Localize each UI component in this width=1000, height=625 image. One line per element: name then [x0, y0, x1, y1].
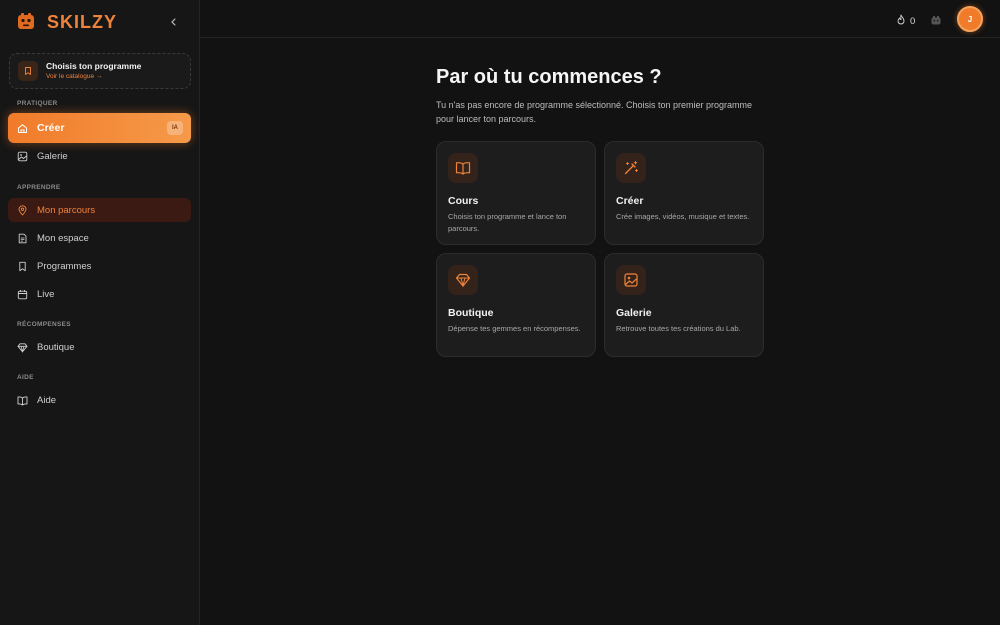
card-title: Cours	[448, 195, 479, 207]
sidebar-item-programmes[interactable]: Programmes	[8, 254, 191, 278]
sidebar-item-mon-espace[interactable]: Mon espace	[8, 226, 191, 250]
page-subtitle: Tu n'as pas encore de programme sélectio…	[436, 100, 753, 124]
magic-wand-icon	[616, 153, 646, 183]
page-title: Par où tu commences ?	[436, 66, 662, 88]
card-title: Galerie	[616, 307, 652, 319]
sidebar: SKILZY Choisis ton programme Voir le cat…	[0, 0, 200, 625]
card-cours[interactable]: Cours Choisis ton programme et lance ton…	[436, 141, 596, 245]
choose-program-card[interactable]: Choisis ton programme Voir le catalogue …	[9, 53, 191, 89]
calendar-icon	[17, 289, 28, 300]
card-galerie[interactable]: Galerie Retrouve toutes tes créations du…	[604, 253, 764, 357]
program-card-title: Choisis ton programme	[46, 60, 142, 71]
card-title: Boutique	[448, 307, 494, 319]
brand[interactable]: SKILZY	[16, 10, 117, 34]
card-creer[interactable]: Créer Crée images, vidéos, musique et te…	[604, 141, 764, 245]
section-label-recompenses: RÉCOMPENSES	[17, 321, 71, 328]
catalogue-link[interactable]: Voir le catalogue →	[46, 72, 141, 82]
image-icon	[616, 265, 646, 295]
sidebar-item-live[interactable]: Live	[8, 282, 191, 306]
sidebar-item-label: Live	[37, 288, 55, 300]
image-icon	[17, 151, 28, 162]
gem-icon	[17, 342, 28, 353]
card-description: Crée images, vidéos, musique et textes.	[616, 212, 750, 221]
app-window: SKILZY Choisis ton programme Voir le cat…	[0, 0, 1000, 625]
sidebar-item-creer[interactable]: Créer IA	[8, 113, 191, 143]
section-label-pratiquer: PRATIQUER	[17, 100, 58, 107]
chevron-left-icon	[170, 13, 178, 31]
sidebar-item-label: Mon espace	[37, 232, 89, 244]
sidebar-item-boutique[interactable]: Boutique	[8, 335, 191, 359]
card-title: Créer	[616, 195, 644, 207]
flame-icon	[896, 12, 906, 30]
section-label-aide: AIDE	[17, 374, 34, 381]
streak-count: 0	[910, 15, 916, 27]
ia-badge: IA	[167, 121, 183, 135]
document-icon	[17, 233, 28, 244]
section-label-apprendre: APPRENDRE	[17, 184, 61, 191]
program-card-text: Choisis ton programme Voir le catalogue …	[46, 61, 141, 82]
map-pin-icon	[17, 204, 28, 216]
mascot-button[interactable]	[930, 13, 942, 31]
streak-counter[interactable]: 0	[896, 12, 915, 30]
skilzy-logo-icon	[16, 12, 36, 32]
sidebar-item-aide[interactable]: Aide	[8, 388, 191, 412]
brand-name: SKILZY	[47, 11, 118, 32]
mascot-icon	[930, 13, 942, 30]
sidebar-item-mon-parcours[interactable]: Mon parcours	[8, 198, 191, 222]
bookmark-icon	[18, 61, 38, 81]
gem-icon	[448, 265, 478, 295]
sidebar-item-galerie[interactable]: Galerie	[8, 144, 191, 168]
card-boutique[interactable]: Boutique Dépense tes gemmes en récompens…	[436, 253, 596, 357]
card-description: Choisis ton programme et lance ton parco…	[448, 212, 567, 233]
sidebar-item-label: Mon parcours	[37, 204, 96, 216]
sidebar-item-label: Aide	[37, 394, 57, 406]
sidebar-item-label: Programmes	[37, 260, 92, 272]
sidebar-item-label: Créer	[37, 122, 65, 134]
book-open-icon	[448, 153, 478, 183]
topbar: 0 J	[200, 0, 1000, 38]
collapse-sidebar-button[interactable]	[166, 14, 182, 30]
sidebar-item-label: Galerie	[37, 150, 68, 162]
bookmark-icon	[17, 261, 28, 272]
card-description: Retrouve toutes tes créations du Lab.	[616, 324, 741, 333]
book-open-icon	[17, 395, 28, 406]
user-avatar[interactable]: J	[957, 6, 983, 32]
card-description: Dépense tes gemmes en récompenses.	[448, 324, 581, 333]
sidebar-item-label: Boutique	[37, 341, 75, 353]
home-sparkle-icon	[17, 123, 28, 134]
